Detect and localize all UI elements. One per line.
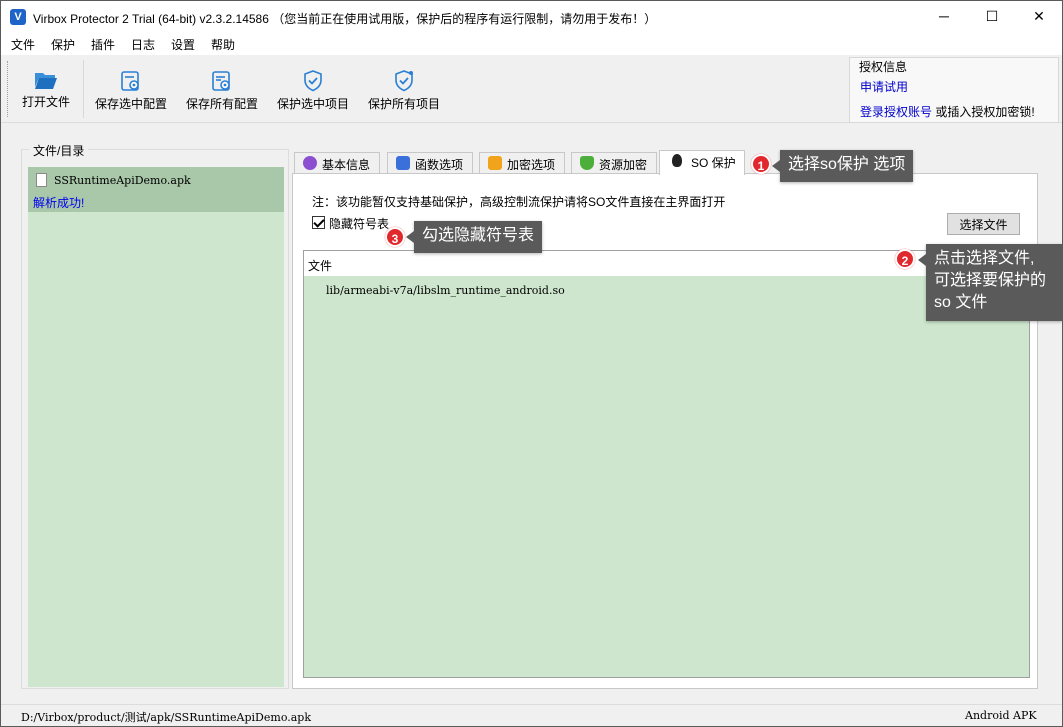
file-tree[interactable]: SSRuntimeApiDemo.apk 解析成功!	[28, 167, 284, 687]
auth-info-title: 授权信息	[859, 60, 908, 74]
shield-check-icon	[304, 70, 322, 92]
callout-3: 勾选隐藏符号表	[405, 221, 543, 253]
waveform-icon	[396, 156, 410, 170]
file-tree-item-name: SSRuntimeApiDemo.apk	[54, 174, 191, 187]
menu-log[interactable]: 日志	[131, 36, 155, 53]
hide-symbols-checkbox[interactable]	[312, 216, 325, 229]
menu-bar: 文件 保护 插件 日志 设置 帮助	[1, 33, 1062, 55]
apply-trial-link[interactable]: 申请试用	[860, 78, 908, 95]
tab-basic-info-label: 基本信息	[322, 158, 371, 172]
menu-help[interactable]: 帮助	[211, 36, 235, 53]
so-file-table[interactable]: 文件 lib/armeabi-v7a/libslm_runtime_androi…	[303, 250, 1030, 678]
save-all-config-button[interactable]: 保存所有配置	[182, 65, 262, 117]
file-tree-item[interactable]: SSRuntimeApiDemo.apk 解析成功!	[28, 167, 284, 212]
so-protect-note: 注：该功能暂仅支持基础保护，高级控制流保护请将SO文件直接在主界面打开	[312, 195, 726, 209]
menu-file[interactable]: 文件	[11, 36, 35, 53]
menu-settings[interactable]: 设置	[171, 36, 195, 53]
chat-bubble-icon	[303, 156, 317, 170]
login-account-link[interactable]: 登录授权账号	[860, 105, 932, 119]
save-all-config-icon	[212, 71, 230, 91]
parse-status: 解析成功!	[33, 196, 85, 210]
status-file-path: D:/Virbox/product/测试/apk/SSRuntimeApiDem…	[21, 711, 312, 724]
tab-so-protect[interactable]: SO 保护	[659, 150, 745, 175]
protect-all-label: 保护所有项目	[367, 97, 440, 111]
shield-green-icon	[580, 156, 594, 170]
file-icon	[36, 173, 47, 187]
protect-all-button[interactable]: 保护所有项目	[364, 65, 444, 117]
callout-badge-1: 1	[751, 154, 771, 174]
toolbar-separator	[83, 60, 84, 118]
so-file-row[interactable]: lib/armeabi-v7a/libslm_runtime_android.s…	[326, 284, 565, 297]
open-file-button[interactable]: 打开文件	[15, 65, 77, 117]
tab-basic-info[interactable]: 基本信息	[294, 152, 380, 174]
status-file-type: Android APK	[965, 709, 1037, 722]
auth-info-panel: 授权信息 申请试用 登录授权账号 或插入授权加密锁!	[849, 57, 1059, 123]
hide-symbols-label[interactable]: 隐藏符号表	[329, 215, 389, 232]
protect-selected-button[interactable]: 保护选中项目	[273, 65, 353, 117]
tab-encryption-options[interactable]: 加密选项	[479, 152, 565, 174]
callout-badge-3: 3	[385, 227, 405, 247]
callout-2: 点击选择文件, 可选择要保护的 so 文件	[918, 244, 1062, 321]
lock-icon	[488, 156, 502, 170]
shield-check-all-icon	[395, 70, 413, 92]
tab-function-options[interactable]: 函数选项	[387, 152, 473, 174]
menu-protect[interactable]: 保护	[51, 36, 75, 53]
tab-resource-encryption[interactable]: 资源加密	[571, 152, 657, 174]
folder-open-icon	[35, 73, 57, 89]
callout-1: 选择so保护 选项	[771, 150, 914, 182]
save-all-config-label: 保存所有配置	[185, 97, 258, 111]
save-config-icon	[121, 71, 139, 91]
maximize-button[interactable]: ☐	[969, 1, 1015, 32]
tab-so-protect-label: SO 保护	[691, 156, 736, 170]
close-button[interactable]: ✕	[1016, 1, 1062, 32]
select-file-button[interactable]: 选择文件	[947, 213, 1020, 235]
column-header-file[interactable]: 文件	[308, 257, 332, 274]
window-title: Virbox Protector 2 Trial (64-bit) v2.3.2…	[33, 12, 657, 26]
save-selected-config-button[interactable]: 保存选中配置	[91, 65, 171, 117]
auth-login-row: 登录授权账号 或插入授权加密锁!	[860, 103, 1035, 120]
menu-plugins[interactable]: 插件	[91, 36, 115, 53]
open-file-label: 打开文件	[21, 95, 70, 109]
callout-badge-2: 2	[895, 249, 915, 269]
toolbar-grip[interactable]	[7, 61, 9, 117]
app-logo-icon: V	[10, 9, 26, 25]
tab-encryption-options-label: 加密选项	[507, 158, 556, 172]
save-selected-config-label: 保存选中配置	[94, 97, 167, 111]
protect-selected-label: 保护选中项目	[276, 97, 349, 111]
status-bar: D:/Virbox/product/测试/apk/SSRuntimeApiDem…	[1, 704, 1062, 726]
linux-penguin-icon	[672, 154, 682, 167]
title-bar: V Virbox Protector 2 Trial (64-bit) v2.3…	[1, 1, 1062, 33]
app-window: V Virbox Protector 2 Trial (64-bit) v2.3…	[0, 0, 1063, 727]
minimize-button[interactable]: ─	[921, 1, 967, 32]
file-directory-title: 文件/目录	[29, 142, 89, 159]
tab-function-options-label: 函数选项	[415, 158, 464, 172]
auth-login-suffix: 或插入授权加密锁!	[932, 105, 1035, 119]
tab-resource-encryption-label: 资源加密	[599, 158, 648, 172]
